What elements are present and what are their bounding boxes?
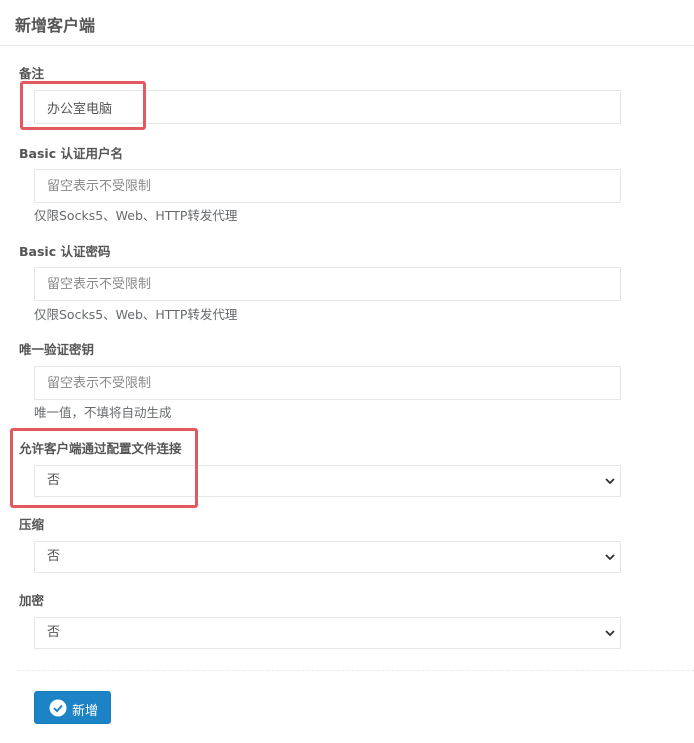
chevron-down-icon — [605, 554, 615, 561]
config-connection-select[interactable]: 否 — [34, 465, 621, 497]
vkey-help: 唯一值，不填将自动生成 — [34, 405, 172, 420]
compress-value: 否 — [47, 549, 61, 564]
crypt-select[interactable]: 否 — [34, 617, 621, 649]
chevron-down-icon — [605, 478, 615, 485]
add-client-button[interactable]: 新增 — [34, 691, 111, 724]
compress-select[interactable]: 否 — [34, 541, 621, 573]
crypt-label: 加密 — [19, 593, 45, 608]
basic-username-help: 仅限Socks5、Web、HTTP转发代理 — [34, 208, 238, 223]
basic-password-help: 仅限Socks5、Web、HTTP转发代理 — [34, 307, 238, 322]
remark-label: 备注 — [19, 66, 45, 81]
config-connection-value: 否 — [47, 473, 61, 488]
basic-username-input[interactable] — [34, 169, 621, 203]
check-circle-icon — [49, 699, 67, 717]
compress-label: 压缩 — [19, 517, 45, 532]
config-connection-label: 允许客户端通过配置文件连接 — [19, 441, 182, 456]
form-divider — [17, 670, 694, 671]
chevron-down-icon — [605, 630, 615, 637]
basic-password-label: Basic 认证密码 — [19, 244, 111, 259]
page-header: 新增客户端 — [0, 0, 694, 46]
crypt-value: 否 — [47, 625, 61, 640]
basic-username-label: Basic 认证用户名 — [19, 146, 123, 161]
vkey-input[interactable] — [34, 366, 621, 400]
basic-password-input[interactable] — [34, 267, 621, 301]
remark-input[interactable] — [34, 90, 621, 124]
vkey-label: 唯一验证密钥 — [19, 342, 95, 357]
add-client-button-label: 新增 — [72, 703, 99, 718]
page-title: 新增客户端 — [15, 16, 96, 35]
